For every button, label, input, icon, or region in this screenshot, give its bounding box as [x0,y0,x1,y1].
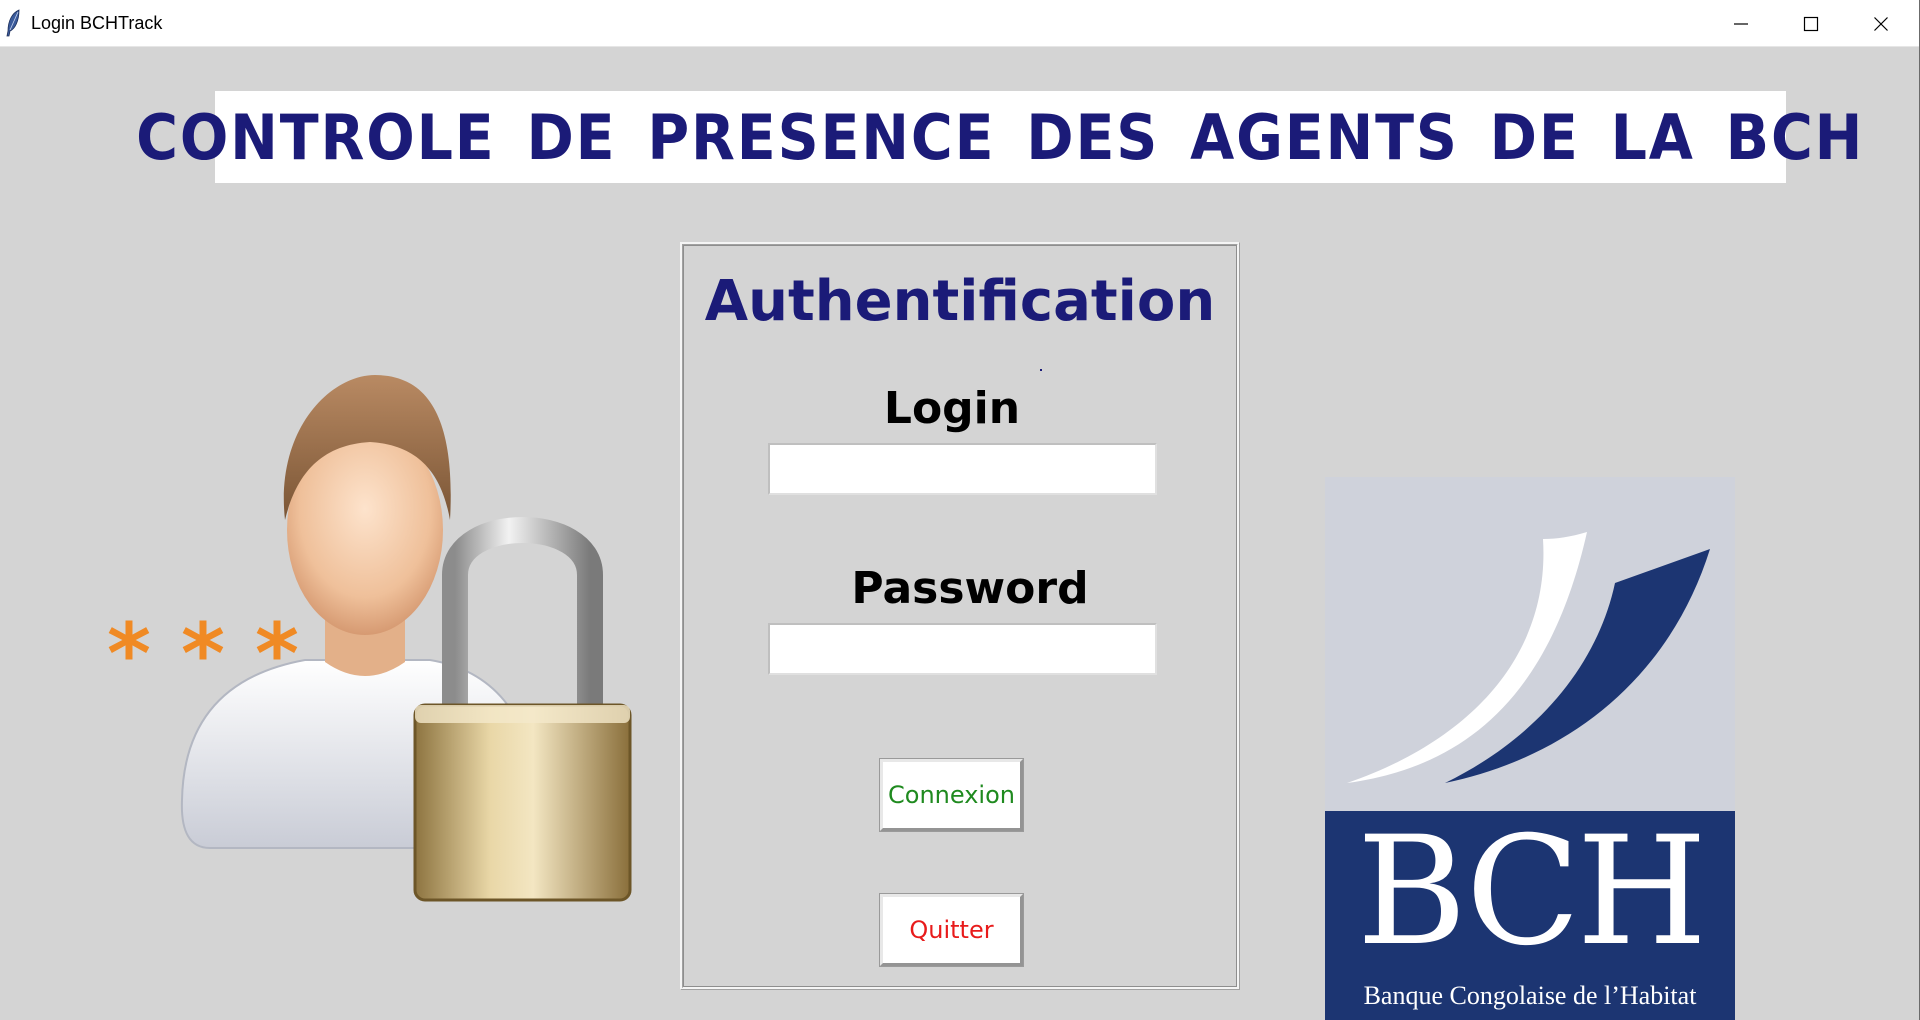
password-input[interactable] [768,623,1157,675]
password-asterisks: * * * [104,612,302,696]
window-title: Login BCHTrack [31,13,163,33]
close-button[interactable] [1846,0,1916,47]
quitter-button[interactable]: Quitter [879,893,1024,967]
maximize-button[interactable] [1776,0,1846,47]
close-icon [1874,16,1888,31]
connexion-button[interactable]: Connexion [879,758,1024,832]
header-banner: CONTROLE DE PRESENCE DES AGENTS DE LA BC… [136,91,1863,183]
minimize-icon [1734,22,1748,25]
asterisk-1: * [107,605,151,703]
login-label: Login [883,383,1021,434]
auth-title: Authentification [704,269,1216,334]
logo-swoosh-area [1325,477,1735,811]
logo-letters: BCH [1356,805,1708,979]
login-window: Login BCHTrack CONTROLE DE PRESENCE DES … [0,0,1920,1020]
feather-icon [6,9,20,37]
swoosh-icon [1347,532,1710,783]
app-heading: CONTROLE DE PRESENCE DES AGENTS DE LA BC… [136,100,1865,174]
padlock-icon [413,517,632,902]
logo-text-area: BCH Banque Congolaise de l’Habitat [1325,811,1735,1020]
password-label: Password [851,563,1089,614]
minimize-button[interactable] [1706,0,1776,47]
auth-panel: Authentification Login Password Connexio… [680,242,1240,990]
stray-dot [1040,369,1042,371]
asterisk-2: * [181,605,225,703]
bch-logo: BCH Banque Congolaise de l’Habitat [1325,477,1735,1020]
login-input[interactable] [768,443,1157,495]
maximize-icon [1803,16,1819,31]
asterisk-3: * [255,605,299,703]
title-bar: Login BCHTrack [0,0,1919,47]
logo-subtitle: Banque Congolaise de l’Habitat [1363,981,1697,1010]
